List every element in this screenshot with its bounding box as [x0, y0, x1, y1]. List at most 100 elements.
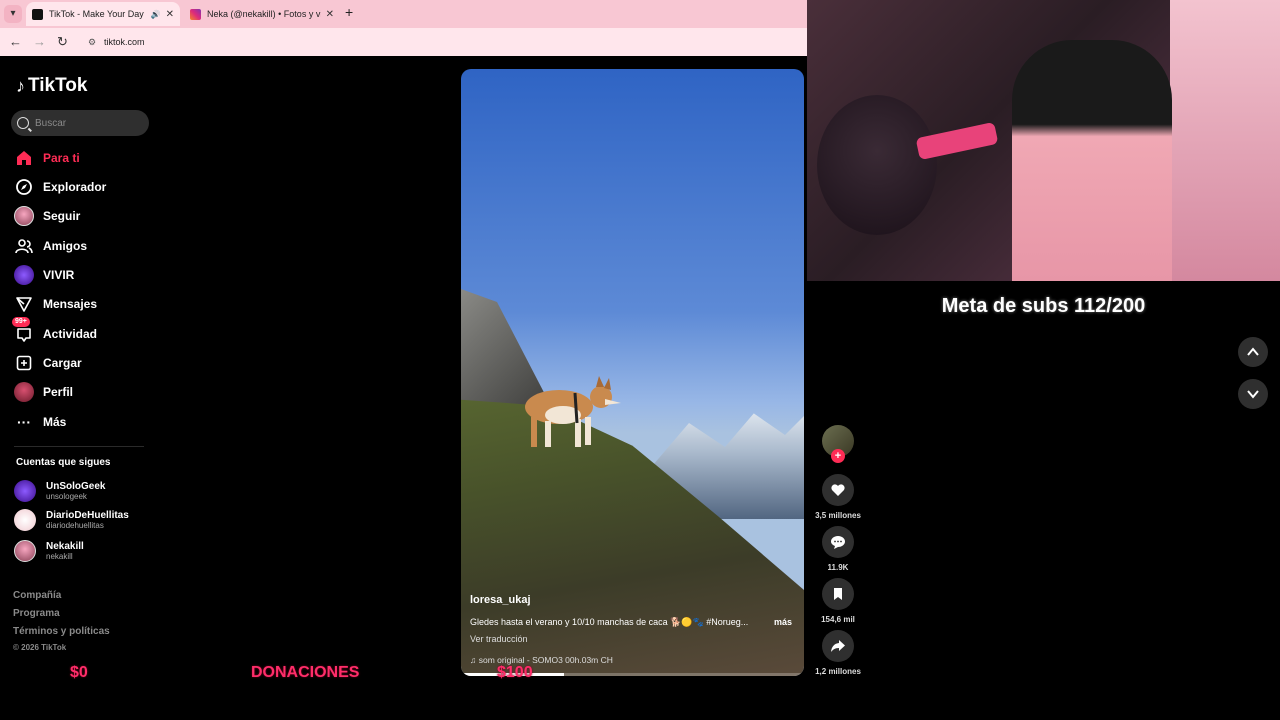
comment-count: 11.9K: [827, 563, 849, 572]
copyright: © 2026 TikTok: [13, 643, 67, 652]
tiktok-logo[interactable]: ♪ TikTok: [16, 75, 87, 97]
account-name: Nekakill: [46, 541, 84, 552]
tab-tiktok[interactable]: TikTok - Make Your Day 🔊 ✕: [26, 2, 180, 26]
nav-label: Perfil: [43, 385, 74, 399]
nav-label: Más: [43, 415, 67, 429]
following-item-unsologeek[interactable]: UnSoloGeek unsologeek: [14, 478, 105, 504]
nav-item-actividad[interactable]: 99+ Actividad: [12, 317, 98, 345]
avatar-icon: [14, 206, 34, 226]
nav-label: Amigos: [43, 239, 88, 253]
share-button[interactable]: [822, 630, 854, 662]
nav-item-perfil[interactable]: Perfil: [14, 381, 73, 403]
tiktok-note-icon: ♪: [16, 75, 25, 96]
live-icon: [14, 265, 34, 285]
nav-label: Seguir: [43, 209, 81, 223]
close-tab-icon[interactable]: ✕: [326, 9, 334, 20]
chevron-up-icon: [1247, 347, 1259, 356]
overlay-amount-left: $0: [70, 664, 88, 681]
subs-goal-text: Meta de subs 112/200: [941, 295, 1146, 317]
more-icon: ···: [17, 414, 31, 430]
account-handle: unsologeek: [46, 492, 87, 501]
close-tab-icon[interactable]: ✕: [166, 9, 174, 20]
home-icon: [14, 148, 34, 168]
share-arrow-icon: [831, 640, 845, 652]
like-button[interactable]: [822, 474, 854, 506]
nav-label: Explorador: [43, 180, 107, 194]
tiktok-favicon-icon: [32, 8, 43, 20]
like-count: 3,5 millones: [815, 511, 861, 520]
nav-label: Actividad: [43, 327, 98, 341]
chevron-down-icon: [1247, 390, 1259, 399]
nav-item-para-ti[interactable]: Para ti: [14, 147, 80, 169]
plus-square-icon: [14, 353, 34, 373]
video-sound[interactable]: ♫ som original - SOMO3 00h.03m CH: [470, 655, 613, 665]
tab-search-dropdown-icon[interactable]: ▾: [4, 5, 22, 23]
search-icon: [17, 117, 29, 129]
following-item-nekakill[interactable]: Nekakill nekakill: [14, 538, 84, 564]
footer-link-programa[interactable]: Programa: [13, 608, 60, 619]
site-info-icon[interactable]: ⚙: [88, 31, 96, 53]
avatar: [14, 509, 36, 531]
url-field[interactable]: ⚙ tiktok.com: [80, 31, 800, 53]
sidebar-divider: [14, 446, 144, 447]
webcam-feed: [807, 0, 1280, 281]
screen: ▾ TikTok - Make Your Day 🔊 ✕ Neka (@neka…: [0, 0, 1280, 720]
search-input[interactable]: Buscar: [11, 110, 149, 136]
footer-link-terminos[interactable]: Términos y políticas: [13, 626, 110, 637]
account-name: DiarioDeHuellitas: [46, 510, 129, 521]
account-handle: nekakill: [46, 552, 73, 561]
share-count: 1,2 millones: [815, 667, 861, 676]
new-tab-icon[interactable]: +: [345, 4, 353, 20]
forward-arrow-icon[interactable]: →: [33, 34, 46, 49]
nav-item-mensajes[interactable]: Mensajes: [14, 293, 97, 315]
overlay-amount-right: $100: [497, 664, 533, 681]
nav-label: VIVIR: [43, 268, 75, 282]
video-more-button[interactable]: más: [774, 617, 792, 627]
nav-item-mas[interactable]: ··· Más: [14, 411, 66, 433]
nav-item-vivir[interactable]: VIVIR: [14, 264, 74, 286]
video-player[interactable]: loresa_ukaj Gledes hasta el verano y 10/…: [461, 69, 804, 676]
comment-button[interactable]: [822, 526, 854, 558]
previous-video-button[interactable]: [1238, 337, 1268, 367]
url-text: tiktok.com: [104, 37, 145, 47]
inbox-icon: 99+: [12, 317, 34, 344]
webcam-wall: [1170, 0, 1280, 281]
video-caption: Gledes hasta el verano y 10/10 manchas d…: [470, 617, 749, 627]
webcam-streamer: [1012, 40, 1172, 281]
send-icon: [14, 294, 34, 314]
avatar: [14, 540, 36, 562]
nav-item-explorador[interactable]: Explorador: [14, 176, 106, 198]
nav-item-cargar[interactable]: Cargar: [14, 352, 82, 374]
next-video-button[interactable]: [1238, 379, 1268, 409]
back-arrow-icon[interactable]: ←: [9, 34, 22, 49]
follow-plus-icon[interactable]: +: [831, 449, 845, 463]
account-handle: diariodehuellitas: [46, 521, 104, 530]
tab-title: Neka (@nekakill) • Fotos y vide: [207, 9, 321, 19]
save-count: 154,6 mil: [821, 615, 855, 624]
video-dog: [525, 376, 621, 447]
reload-icon[interactable]: ↻: [57, 34, 68, 50]
overlay-donations: DONACIONES: [251, 664, 360, 681]
save-button[interactable]: [822, 578, 854, 610]
speaker-icon[interactable]: 🔊: [151, 10, 161, 19]
webcam-plush: [817, 95, 937, 235]
heart-icon: [831, 484, 845, 496]
bookmark-icon: [834, 588, 842, 600]
friends-icon: [14, 236, 34, 256]
compass-icon: [14, 177, 34, 197]
comment-icon: [831, 536, 845, 549]
activity-badge: 99+: [12, 317, 30, 327]
tab-instagram[interactable]: Neka (@nekakill) • Fotos y vide ✕: [184, 2, 340, 26]
profile-avatar-icon: [14, 382, 34, 402]
footer-link-compania[interactable]: Compañía: [13, 590, 61, 601]
nav-item-amigos[interactable]: Amigos: [14, 235, 87, 257]
nav-item-seguir[interactable]: Seguir: [14, 205, 80, 227]
following-section-title: Cuentas que sigues: [16, 457, 111, 468]
video-username[interactable]: loresa_ukaj: [470, 594, 531, 606]
logo-text: TikTok: [28, 75, 88, 96]
tab-title: TikTok - Make Your Day: [49, 9, 144, 19]
address-bar-row: ← → ↻ ⚙ tiktok.com: [0, 28, 807, 56]
translate-link[interactable]: Ver traducción: [470, 634, 528, 644]
following-item-diariodehuellitas[interactable]: DiarioDeHuellitas diariodehuellitas: [14, 507, 129, 533]
avatar: [14, 480, 36, 502]
